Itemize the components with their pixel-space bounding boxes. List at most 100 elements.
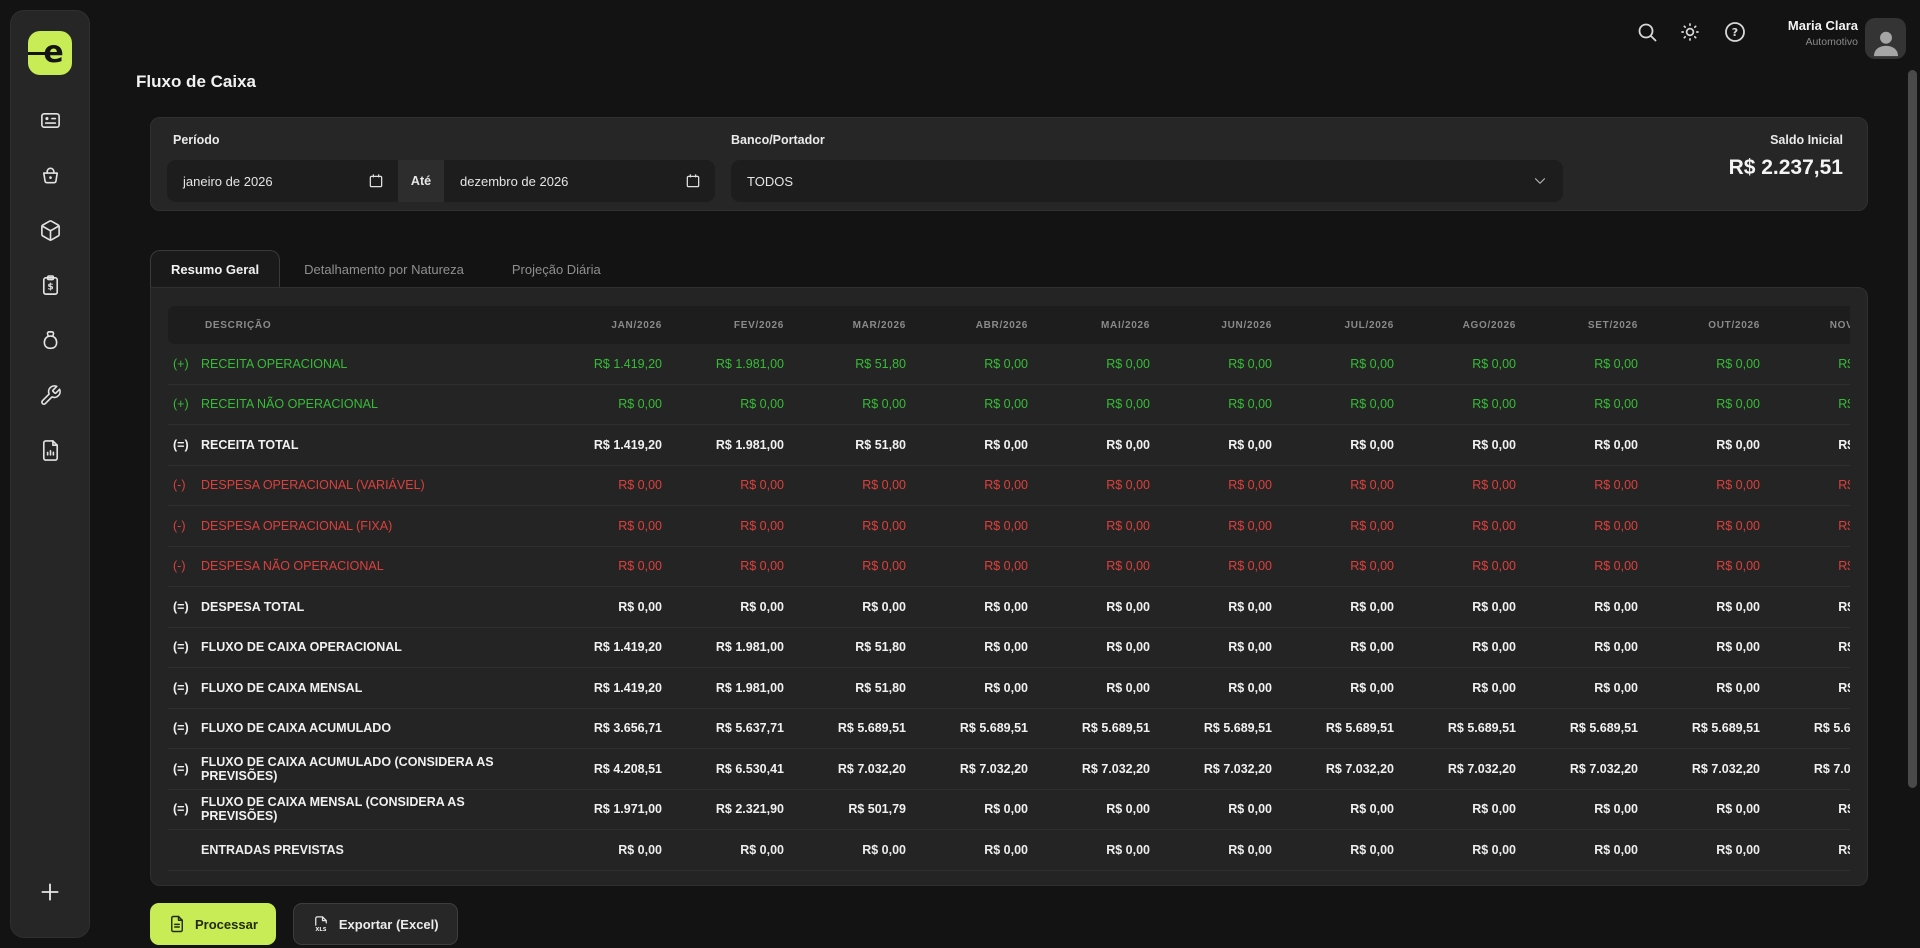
row-value: R$ 0,00 — [984, 680, 1028, 695]
row-prefix: (=) — [173, 761, 189, 776]
row-prefix: (-) — [173, 478, 186, 493]
tab-1[interactable]: Detalhamento por Natureza — [280, 250, 488, 288]
row-label: RECEITA NÃO OPERACIONAL — [201, 397, 378, 412]
row-value: R$ 3.656,71 — [593, 721, 662, 736]
processar-button[interactable]: Processar — [150, 903, 276, 945]
row-value: R$ 51,80 — [855, 680, 906, 695]
row-value: R$ 0,00 — [1350, 356, 1394, 371]
row-value: R$ 0,00 — [1594, 680, 1638, 695]
row-value: R$ 0,00 — [1716, 802, 1760, 817]
row-value: R$ 0,00 — [1472, 802, 1516, 817]
clipboard-dollar-icon[interactable]: $ — [37, 272, 63, 298]
exportar-button[interactable]: XLS Exportar (Excel) — [292, 903, 458, 945]
row-value: R$ 0,00 — [1228, 478, 1272, 493]
date-to-input[interactable]: dezembro de 2026 — [444, 160, 715, 202]
row-value: R$ 0,00 — [1838, 518, 1850, 533]
row-value: R$ 0,00 — [618, 842, 662, 857]
date-from-input[interactable]: janeiro de 2026 — [167, 160, 398, 202]
month-header: JUN/2026 — [1221, 319, 1272, 331]
row-value: R$ 0,00 — [984, 559, 1028, 574]
row-value: R$ 0,00 — [1350, 680, 1394, 695]
table-card: DESCRIÇÃO JAN/2026 FEV/2026 MAR/2026 ABR/20… — [150, 287, 1868, 886]
row-value: R$ 0,00 — [1106, 478, 1150, 493]
row-value: R$ 0,00 — [1228, 842, 1272, 857]
row-value: R$ 0,00 — [984, 802, 1028, 817]
row-value: R$ 0,00 — [984, 437, 1028, 452]
row-value: R$ 0,00 — [1228, 599, 1272, 614]
row-value: R$ 0,00 — [1472, 437, 1516, 452]
row-value: R$ 0,00 — [1472, 599, 1516, 614]
search-icon[interactable] — [1635, 20, 1659, 44]
table-scroller[interactable]: DESCRIÇÃO JAN/2026 FEV/2026 MAR/2026 ABR/20… — [168, 306, 1850, 885]
row-label: DESPESA OPERACIONAL (FIXA) — [201, 518, 393, 533]
money-bag-icon[interactable] — [37, 327, 63, 353]
row-prefix: (=) — [173, 437, 189, 452]
row-label: RECEITA OPERACIONAL — [201, 356, 348, 371]
avatar[interactable] — [1865, 18, 1906, 59]
row-value: R$ 0,00 — [862, 599, 906, 614]
row-value: R$ 5.637,71 — [715, 721, 784, 736]
wrench-icon[interactable] — [37, 382, 63, 408]
row-value: R$ 0,00 — [1228, 680, 1272, 695]
shopping-basket-icon[interactable] — [37, 162, 63, 188]
row-value: R$ 0,00 — [1472, 518, 1516, 533]
row-label: FLUXO DE CAIXA ACUMULADO — [201, 721, 392, 736]
row-label: DESPESA TOTAL — [201, 599, 305, 614]
row-value: R$ 5.689,51 — [1203, 721, 1272, 736]
help-icon[interactable]: ? — [1723, 20, 1747, 44]
row-value: R$ 0,00 — [1106, 640, 1150, 655]
row-value: R$ 0,00 — [1228, 518, 1272, 533]
table-row: (-) DESPESA NÃO OPERACIONAL R$ 0,00 R$ 0,00… — [168, 547, 1850, 587]
row-value: R$ 0,00 — [1594, 802, 1638, 817]
row-value: R$ 1.419,20 — [593, 640, 662, 655]
app-logo[interactable]: e — [28, 31, 72, 75]
row-value: R$ 1.981,00 — [715, 437, 784, 452]
row-value: R$ 0,00 — [1594, 640, 1638, 655]
row-value: R$ 0,00 — [1594, 397, 1638, 412]
row-value: R$ 1.971,00 — [593, 802, 662, 817]
row-value: R$ 0,00 — [1228, 802, 1272, 817]
tab-2[interactable]: Projeção Diária — [488, 250, 625, 288]
row-value: R$ 0,00 — [740, 518, 784, 533]
row-prefix: (=) — [173, 802, 189, 817]
user-role: Automotivo — [1805, 36, 1858, 48]
row-label: DESPESA OPERACIONAL (VARIÁVEL) — [201, 478, 425, 493]
theme-sun-icon[interactable] — [1678, 20, 1702, 44]
row-value: R$ 0,00 — [1716, 842, 1760, 857]
svg-text:?: ? — [1732, 26, 1738, 39]
package-icon[interactable] — [37, 217, 63, 243]
description-header: DESCRIÇÃO — [205, 319, 272, 331]
row-value: R$ 5.689,51 — [837, 721, 906, 736]
month-header: OUT/2026 — [1708, 319, 1760, 331]
row-value: R$ 0,00 — [1716, 640, 1760, 655]
row-value: R$ 0,00 — [1228, 640, 1272, 655]
row-prefix: (-) — [173, 559, 186, 574]
report-file-icon[interactable] — [37, 437, 63, 463]
tab-bar: Resumo Geral Detalhamento por Natureza Pro… — [150, 250, 625, 288]
row-value: R$ 0,00 — [1472, 478, 1516, 493]
saldo-label: Saldo Inicial — [1770, 133, 1843, 147]
calendar-icon — [686, 174, 700, 188]
row-value: R$ 0,00 — [1228, 559, 1272, 574]
vertical-scrollbar-thumb[interactable] — [1908, 70, 1917, 788]
row-value: R$ 5.689,51 — [1691, 721, 1760, 736]
row-value: R$ 0,00 — [1838, 356, 1850, 371]
row-value: R$ 0,00 — [1350, 842, 1394, 857]
row-value: R$ 0,00 — [1350, 599, 1394, 614]
row-value: R$ 0,00 — [1838, 640, 1850, 655]
row-prefix: (+) — [173, 356, 189, 371]
row-value: R$ 0,00 — [1350, 640, 1394, 655]
add-button[interactable] — [37, 879, 63, 905]
contact-card-icon[interactable] — [37, 107, 63, 133]
table-row: (-) DESPESA OPERACIONAL (VARIÁVEL) R$ 0,00… — [168, 466, 1850, 506]
row-value: R$ 0,00 — [1228, 356, 1272, 371]
tab-0[interactable]: Resumo Geral — [150, 250, 281, 288]
row-value: R$ 7.032,20 — [1447, 761, 1516, 776]
row-label: ENTRADAS PREVISTAS — [201, 842, 344, 857]
row-label: FLUXO DE CAIXA MENSAL (CONSIDERA AS PREV… — [201, 795, 465, 824]
banco-select[interactable]: TODOS — [731, 160, 1563, 202]
logo-bar — [28, 52, 50, 55]
row-value: R$ 0,00 — [1838, 437, 1850, 452]
row-value: R$ 0,00 — [1106, 599, 1150, 614]
row-value: R$ 0,00 — [1228, 437, 1272, 452]
